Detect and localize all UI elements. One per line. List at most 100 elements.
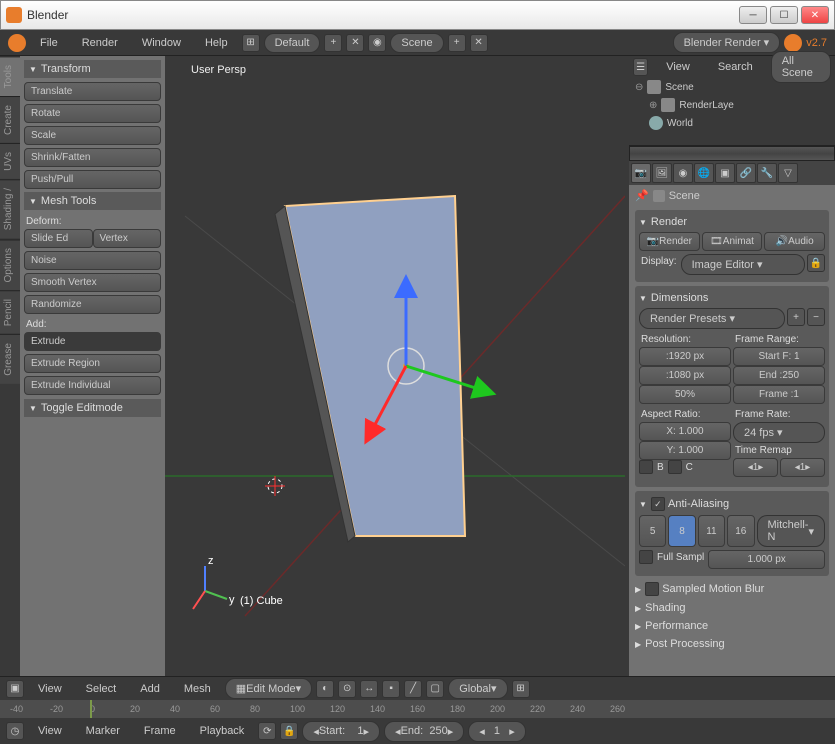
face-select-icon[interactable]: ▢ xyxy=(426,680,444,698)
layers-tab-icon[interactable]: 🖼 xyxy=(652,163,672,183)
slide-edge-button[interactable]: Slide Ed xyxy=(24,229,93,248)
fps-selector[interactable]: 24 fps ▾ xyxy=(733,422,825,443)
lock-range-icon[interactable]: 🔒 xyxy=(280,722,298,740)
panel-divider[interactable] xyxy=(629,146,835,161)
tab-uvs[interactable]: UVs xyxy=(0,143,20,179)
extrude-button[interactable]: Extrude xyxy=(24,332,161,351)
remove-preset-button[interactable]: − xyxy=(807,308,825,326)
edge-select-icon[interactable]: ╱ xyxy=(404,680,422,698)
audio-button[interactable]: 🔊Audio xyxy=(764,232,825,251)
frame-step[interactable]: Frame :1 xyxy=(733,385,825,404)
push-pull-button[interactable]: Push/Pull xyxy=(24,170,161,189)
remove-layout-button[interactable]: ✕ xyxy=(346,34,364,52)
start-frame[interactable]: Start F: 1 xyxy=(733,347,825,366)
timeline-frame[interactable]: Frame xyxy=(134,722,186,740)
remap-new[interactable]: ◂1▸ xyxy=(780,458,825,477)
menu-file[interactable]: File xyxy=(30,34,68,52)
scale-button[interactable]: Scale xyxy=(24,126,161,145)
layout-type-icon[interactable]: ⊞ xyxy=(242,34,260,52)
mode-selector[interactable]: ▦ Edit Mode ▾ xyxy=(225,678,312,699)
object-tab-icon[interactable]: ▣ xyxy=(715,163,735,183)
performance-header[interactable]: Performance xyxy=(635,618,829,636)
crop-checkbox[interactable] xyxy=(668,460,682,474)
randomize-button[interactable]: Randomize xyxy=(24,295,161,314)
render-tab-icon[interactable]: 📷 xyxy=(631,163,651,183)
post-header[interactable]: Post Processing xyxy=(635,636,829,654)
minimize-button[interactable]: ─ xyxy=(739,6,767,24)
smb-checkbox[interactable] xyxy=(645,582,659,596)
shading-icon[interactable]: ◐ xyxy=(316,680,334,698)
layers-icon[interactable]: ⊞ xyxy=(512,680,530,698)
aa-16[interactable]: 16 xyxy=(727,515,754,547)
data-tab-icon[interactable]: ▽ xyxy=(778,163,798,183)
add-menu[interactable]: Add xyxy=(130,680,170,698)
timeline-type-icon[interactable]: ◷ xyxy=(6,722,24,740)
aa-header[interactable]: Anti-Aliasing xyxy=(639,495,825,515)
scene-selector[interactable]: Scene xyxy=(390,33,443,53)
timeline-playback[interactable]: Playback xyxy=(190,722,255,740)
aa-5[interactable]: 5 xyxy=(639,515,666,547)
border-checkbox[interactable] xyxy=(639,460,653,474)
start-frame-field[interactable]: ◂ Start: 1 ▸ xyxy=(302,721,380,742)
tab-tools[interactable]: Tools xyxy=(0,56,20,96)
shrink-fatten-button[interactable]: Shrink/Fatten xyxy=(24,148,161,167)
full-sample-checkbox[interactable] xyxy=(639,550,653,564)
toggle-editmode-header[interactable]: Toggle Editmode xyxy=(24,399,161,417)
menu-window[interactable]: Window xyxy=(132,34,191,52)
resolution-y[interactable]: :1080 px xyxy=(639,366,731,385)
add-preset-button[interactable]: + xyxy=(787,308,805,326)
blender-logo-icon[interactable] xyxy=(8,34,26,52)
transform-header[interactable]: Transform xyxy=(24,60,161,78)
translate-button[interactable]: Translate xyxy=(24,82,161,101)
outliner-mode[interactable]: All Scene xyxy=(771,51,831,83)
outliner-view[interactable]: View xyxy=(656,58,700,76)
tab-options[interactable]: Options xyxy=(0,239,20,290)
aa-11[interactable]: 11 xyxy=(698,515,725,547)
modifier-tab-icon[interactable]: 🔧 xyxy=(757,163,777,183)
sync-icon[interactable]: ⟳ xyxy=(258,722,276,740)
resolution-pct[interactable]: 50% xyxy=(639,385,731,404)
renderer-selector[interactable]: Blender Render ▾ xyxy=(673,32,781,53)
aa-filter[interactable]: Mitchell-N▾ xyxy=(757,515,825,547)
dimensions-header[interactable]: Dimensions xyxy=(639,290,825,308)
mesh-tools-header[interactable]: Mesh Tools xyxy=(24,192,161,210)
maximize-button[interactable]: ☐ xyxy=(770,6,798,24)
tab-grease[interactable]: Grease xyxy=(0,334,20,384)
mesh-menu[interactable]: Mesh xyxy=(174,680,221,698)
lock-icon[interactable]: 🔒 xyxy=(807,254,825,272)
aspect-x[interactable]: X: 1.000 xyxy=(639,422,731,441)
vertex-select-icon[interactable]: ▪ xyxy=(382,680,400,698)
timeline-marker[interactable]: Marker xyxy=(76,722,130,740)
aspect-y[interactable]: Y: 1.000 xyxy=(639,441,731,460)
tab-shading[interactable]: Shading / xyxy=(0,179,20,238)
end-frame-field[interactable]: ◂ End: 250 ▸ xyxy=(384,721,464,742)
noise-button[interactable]: Noise xyxy=(24,251,161,270)
end-frame[interactable]: End :250 xyxy=(733,366,825,385)
remap-old[interactable]: ◂1▸ xyxy=(733,458,778,477)
scene-tab-icon[interactable]: ◉ xyxy=(673,163,693,183)
remove-scene-button[interactable]: ✕ xyxy=(470,34,488,52)
view-menu[interactable]: View xyxy=(28,680,72,698)
extrude-individual-button[interactable]: Extrude Individual xyxy=(24,376,161,395)
timeline-view[interactable]: View xyxy=(28,722,72,740)
select-menu[interactable]: Select xyxy=(76,680,127,698)
playhead[interactable] xyxy=(90,700,92,718)
pin-icon[interactable]: 📌 xyxy=(635,189,649,202)
outliner-renderlayer[interactable]: ⊕RenderLaye xyxy=(629,96,835,114)
layout-selector[interactable]: Default xyxy=(264,33,321,53)
timeline-ruler[interactable]: -40-200204060801001201401601802002202402… xyxy=(0,700,835,718)
3d-viewport[interactable]: User Persp xyxy=(165,56,629,676)
constraint-tab-icon[interactable]: 🔗 xyxy=(736,163,756,183)
rotate-button[interactable]: Rotate xyxy=(24,104,161,123)
aa-checkbox[interactable] xyxy=(651,497,665,511)
smooth-vertex-button[interactable]: Smooth Vertex xyxy=(24,273,161,292)
render-section-header[interactable]: Render xyxy=(639,214,825,232)
outliner-search[interactable]: Search xyxy=(708,58,763,76)
add-scene-button[interactable]: + xyxy=(448,34,466,52)
manipulator-icon[interactable]: ↔ xyxy=(360,680,378,698)
display-selector[interactable]: Image Editor ▾ xyxy=(681,254,805,275)
add-layout-button[interactable]: + xyxy=(324,34,342,52)
outliner-world[interactable]: World xyxy=(629,114,835,132)
vertex-button[interactable]: Vertex xyxy=(93,229,162,248)
resolution-x[interactable]: :1920 px xyxy=(639,347,731,366)
